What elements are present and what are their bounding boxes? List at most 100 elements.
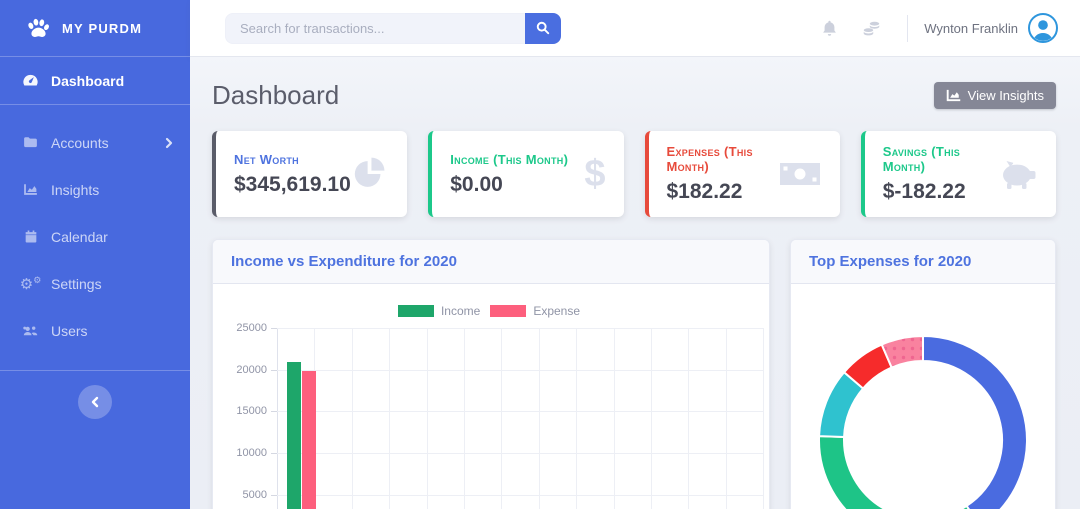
content: Dashboard View Insights Net Worth $345,6… [190,57,1080,509]
bar-income [287,362,301,509]
sidebar-nav-group: Accounts Insights Calendar ⚙⚙ Settings U… [0,105,190,370]
gridline-horizontal [277,453,764,455]
donut-chart [818,334,1028,509]
gridline-vertical [351,328,353,509]
donut-slice-1 [818,435,970,509]
gridline-vertical [501,328,503,509]
gridline-vertical [426,328,428,509]
sidebar-collapse-button[interactable] [78,385,112,419]
notifications-button[interactable] [817,15,842,41]
stat-card-income: Income (This Month) $0.00 $ [428,131,624,217]
sidebar-item-label: Dashboard [51,72,125,89]
legend-label: Expense [533,304,581,318]
gridline-vertical [538,328,540,509]
stat-card-label: Expenses (This Month) [666,144,753,174]
y-axis-tick-label: 15000 [236,405,267,418]
avatar[interactable] [1028,13,1058,43]
brand[interactable]: MY PURDM [0,0,190,56]
topbar-divider [907,14,909,42]
bar-chart-panel: Income vs Expenditure for 2020 Income Ex… [212,239,770,509]
sidebar-item-insights[interactable]: Insights [0,166,190,213]
user-name[interactable]: Wynton Franklin [924,21,1018,36]
piggy-bank-icon [998,157,1038,191]
coins-icon [862,19,881,37]
view-insights-button[interactable]: View Insights [933,82,1056,109]
sidebar-item-calendar[interactable]: Calendar [0,213,190,260]
stat-card-value: $182.22 [666,180,743,203]
search-icon [536,21,550,35]
dollar-sign-icon: $ [584,153,606,195]
bar-chart-title: Income vs Expenditure for 2020 [213,240,769,284]
legend-label: Income [440,304,481,318]
donut-chart-title: Top Expenses for 2020 [791,240,1055,284]
transactions-button[interactable] [858,15,885,41]
users-icon [22,323,39,339]
legend-swatch-expense [490,305,527,317]
sidebar-item-dashboard[interactable]: Dashboard [0,57,190,104]
sidebar-item-label: Users [51,322,88,339]
stat-card-label: Savings (This Month) [882,144,961,174]
y-axis-tick-mark [271,411,277,413]
app-root: MY PURDM Dashboard Accounts Insights Cal… [0,0,1080,509]
gridline-vertical [651,328,652,509]
brand-text: MY PURDM [62,21,143,36]
y-axis-tick-mark [271,453,277,455]
stat-card-expenses: Expenses (This Month) $182.22 [644,131,840,217]
bar-chart-legend: Income Expense [223,296,755,328]
stat-card-savings: Savings (This Month) $-182.22 [860,131,1056,217]
sidebar: MY PURDM Dashboard Accounts Insights Cal… [0,0,190,509]
folder-icon [22,134,39,151]
chevron-right-icon [164,137,174,149]
y-axis-tick-label: 10000 [236,447,267,460]
page-head: Dashboard View Insights [212,80,1056,111]
stat-card-value: $-182.22 [882,180,966,203]
y-axis-tick-label: 20000 [236,363,267,376]
chart-area-icon [946,89,961,102]
sidebar-item-label: Insights [51,181,100,198]
legend-item-expense[interactable]: Expense [490,304,580,318]
main-area: Wynton Franklin Dashboard [190,0,1080,509]
stat-card-label: Income (This Month) [450,151,569,167]
view-insights-label: View Insights [967,88,1044,103]
legend-swatch-income [397,305,434,317]
pie-chart-icon [351,155,389,193]
gridline-vertical [389,328,391,509]
bell-icon [821,19,838,37]
gridline-horizontal [277,411,764,413]
sidebar-item-settings[interactable]: ⚙⚙ Settings [0,260,190,307]
gears-icon: ⚙⚙ [19,274,42,293]
y-axis-tick-label: 25000 [236,322,267,334]
collapse-wrap [0,371,190,419]
y-axis-tick-label: 5000 [242,488,267,501]
gridline-horizontal [277,369,764,371]
donut-slice-0 [922,334,1028,509]
calendar-icon [22,228,39,245]
topbar: Wynton Franklin [190,0,1080,57]
stat-cards-row: Net Worth $345,619.10 Income (This Month… [212,131,1056,217]
sidebar-item-accounts[interactable]: Accounts [0,119,190,166]
tachometer-icon [22,72,39,89]
bar-expense [302,371,316,509]
search-form [225,12,561,44]
paw-icon [24,15,51,42]
donut-chart-panel: Top Expenses for 2020 [790,239,1056,509]
search-input[interactable] [225,12,525,44]
y-axis-tick-mark [271,369,277,371]
chart-area-icon [22,181,39,198]
gridline-horizontal [277,494,764,496]
gridline-vertical [576,328,578,509]
gridline-vertical [763,328,765,509]
money-bill-icon [778,159,822,189]
stat-card-label: Net Worth [234,151,299,167]
legend-item-income[interactable]: Income [397,304,481,318]
stat-card-value: $345,619.10 [234,172,351,196]
sidebar-item-label: Calendar [51,228,108,245]
charts-row: Income vs Expenditure for 2020 Income Ex… [212,239,1056,509]
page-title: Dashboard [212,80,340,110]
chevron-left-icon [90,396,100,408]
search-button[interactable] [525,12,561,44]
gridline-horizontal [277,328,764,329]
y-axis-tick-mark [271,494,277,496]
donut-chart-body [791,284,1055,509]
sidebar-item-users[interactable]: Users [0,307,190,354]
